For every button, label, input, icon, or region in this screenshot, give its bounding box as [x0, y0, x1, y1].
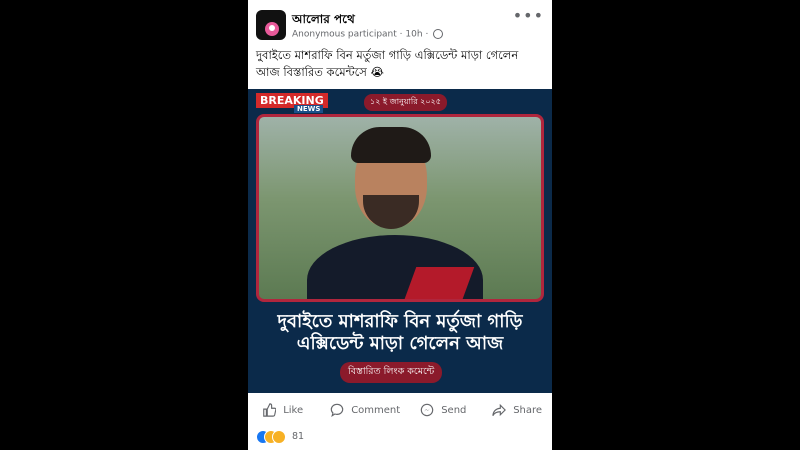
like-label: Like: [283, 405, 304, 416]
person-photo: [256, 114, 544, 302]
share-icon: [492, 403, 506, 417]
comment-label: Comment: [351, 405, 401, 416]
author-name[interactable]: Anonymous participant: [292, 30, 397, 40]
reaction-count: 81: [292, 431, 305, 442]
messenger-icon: [420, 403, 434, 417]
image-headline: দুবাইতে মাশরাফি বিন মর্তুজা গাড়ি এক্সিড…: [277, 311, 523, 354]
send-label: Send: [441, 405, 467, 416]
comment-button[interactable]: Comment: [330, 399, 400, 423]
photo-hair: [351, 127, 431, 163]
date-badge: ১২ ই জানুয়ারি ২০২৫: [364, 94, 447, 111]
group-avatar[interactable]: [256, 10, 286, 40]
send-button[interactable]: Send: [420, 399, 466, 423]
like-button[interactable]: Like: [262, 399, 303, 423]
globe-icon: [433, 29, 444, 39]
post-card: আলোর পথে Anonymous participant · 10h · •…: [248, 0, 552, 450]
share-label: Share: [513, 405, 543, 416]
meta-separator: ·: [425, 29, 432, 40]
group-name[interactable]: আলোর পথে: [292, 11, 355, 31]
photo-beard: [363, 195, 419, 229]
post-image[interactable]: BREAKING NEWS ১২ ই জানুয়ারি ২০২৫ দুবাইত…: [248, 89, 552, 393]
avatar-dot: [269, 25, 275, 31]
comment-link-badge: বিস্তারিত লিংক কমেন্টে: [340, 362, 443, 383]
comment-icon: [330, 403, 344, 417]
news-label: NEWS: [294, 105, 324, 113]
post-text: দুবাইতে মাশরাফি বিন মর্তুজা গাড়ি এক্সিড…: [256, 48, 519, 79]
action-bar: Like Comment Send Share: [248, 399, 552, 423]
like-icon: [263, 403, 277, 417]
more-icon[interactable]: •••: [513, 6, 544, 25]
post-meta: Anonymous participant · 10h ·: [292, 29, 444, 40]
post-time[interactable]: 10h: [405, 30, 422, 40]
sad-reaction-icon: [272, 430, 286, 444]
share-button[interactable]: Share: [492, 399, 542, 423]
